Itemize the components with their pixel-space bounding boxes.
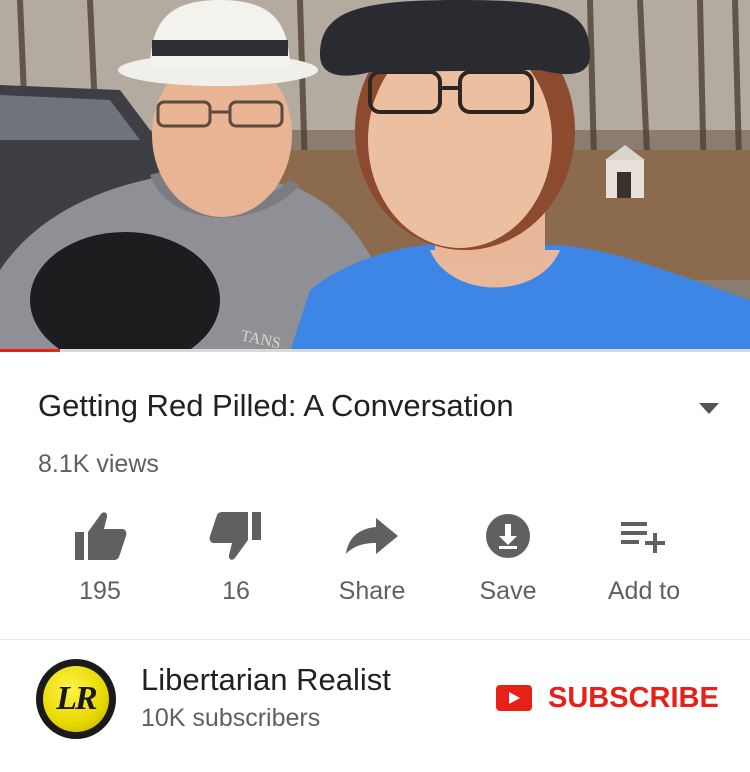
share-arrow-icon — [346, 518, 398, 554]
save-label: Save — [479, 577, 537, 605]
like-button[interactable]: 195 — [30, 508, 170, 606]
thumbs-down-icon — [209, 512, 261, 560]
expand-description-button[interactable] — [692, 396, 726, 422]
subscribe-button[interactable]: SUBSCRIBE — [496, 678, 719, 718]
video-title: Getting Red Pilled: A Conversation — [38, 388, 514, 423]
add-to-playlist-icon — [621, 522, 665, 553]
share-button[interactable]: Share — [302, 508, 442, 606]
share-label: Share — [338, 577, 406, 605]
thumbs-up-icon — [75, 512, 127, 560]
video-player[interactable]: TANS — [0, 0, 750, 352]
divider — [0, 639, 750, 640]
chevron-down-icon — [699, 403, 719, 414]
download-icon — [486, 514, 530, 558]
like-count: 195 — [79, 577, 121, 605]
video-progress-bar[interactable] — [0, 349, 750, 352]
dislike-count: 16 — [222, 577, 250, 605]
video-progress-fill — [0, 349, 60, 352]
save-button[interactable]: Save — [438, 508, 578, 606]
action-bar: 195 16 Share Save Add to — [30, 508, 720, 608]
dislike-button[interactable]: 16 — [166, 508, 306, 606]
subscribe-label: SUBSCRIBE — [548, 681, 719, 714]
add-to-label: Add to — [607, 577, 681, 605]
avatar-initials: LR — [56, 680, 97, 717]
channel-avatar[interactable]: LR — [36, 659, 116, 739]
video-frame-image: TANS — [0, 0, 750, 352]
channel-name[interactable]: Libertarian Realist — [141, 662, 391, 698]
youtube-play-icon — [496, 685, 532, 711]
subscriber-count: 10K subscribers — [141, 704, 321, 732]
view-count: 8.1K views — [38, 450, 159, 478]
add-to-button[interactable]: Add to — [574, 508, 714, 606]
